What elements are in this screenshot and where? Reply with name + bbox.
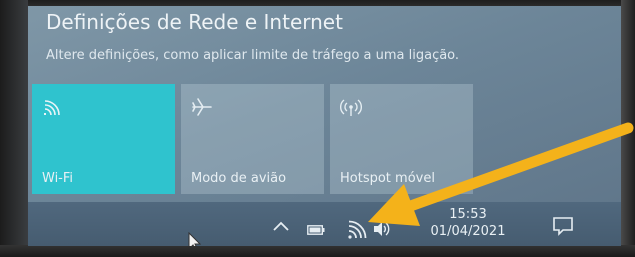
monitor-bezel-left <box>0 0 28 257</box>
hotspot-icon <box>340 99 362 116</box>
monitor-bezel-right <box>621 0 635 257</box>
wifi-quick-action[interactable]: Wi-Fi <box>32 84 175 194</box>
airplane-mode-quick-action[interactable]: Modo de avião <box>181 84 324 194</box>
airplane-mode-label: Modo de avião <box>191 171 287 186</box>
mouse-pointer-icon <box>188 232 202 246</box>
mobile-hotspot-label: Hotspot móvel <box>340 171 435 186</box>
wifi-icon[interactable] <box>346 220 368 240</box>
screen: Definições de Rede e Internet Altere def… <box>28 6 621 246</box>
chevron-up-icon[interactable] <box>272 220 290 232</box>
airplane-icon <box>192 98 212 116</box>
wifi-icon <box>44 100 60 116</box>
monitor-bezel-bottom <box>0 245 635 257</box>
taskbar: 15:53 01/04/2021 <box>28 202 621 246</box>
volume-icon[interactable] <box>372 220 390 238</box>
mobile-hotspot-quick-action[interactable]: Hotspot móvel <box>330 84 473 194</box>
network-settings-description: Altere definições, como aplicar limite d… <box>46 48 460 63</box>
wifi-label: Wi-Fi <box>42 171 74 186</box>
clock-time: 15:53 <box>449 207 487 222</box>
action-center-icon[interactable] <box>552 216 574 236</box>
network-settings-link[interactable]: Definições de Rede e Internet <box>46 10 343 34</box>
taskbar-clock[interactable]: 15:53 01/04/2021 <box>418 206 518 240</box>
battery-icon[interactable] <box>307 225 325 235</box>
clock-date: 01/04/2021 <box>430 224 506 239</box>
